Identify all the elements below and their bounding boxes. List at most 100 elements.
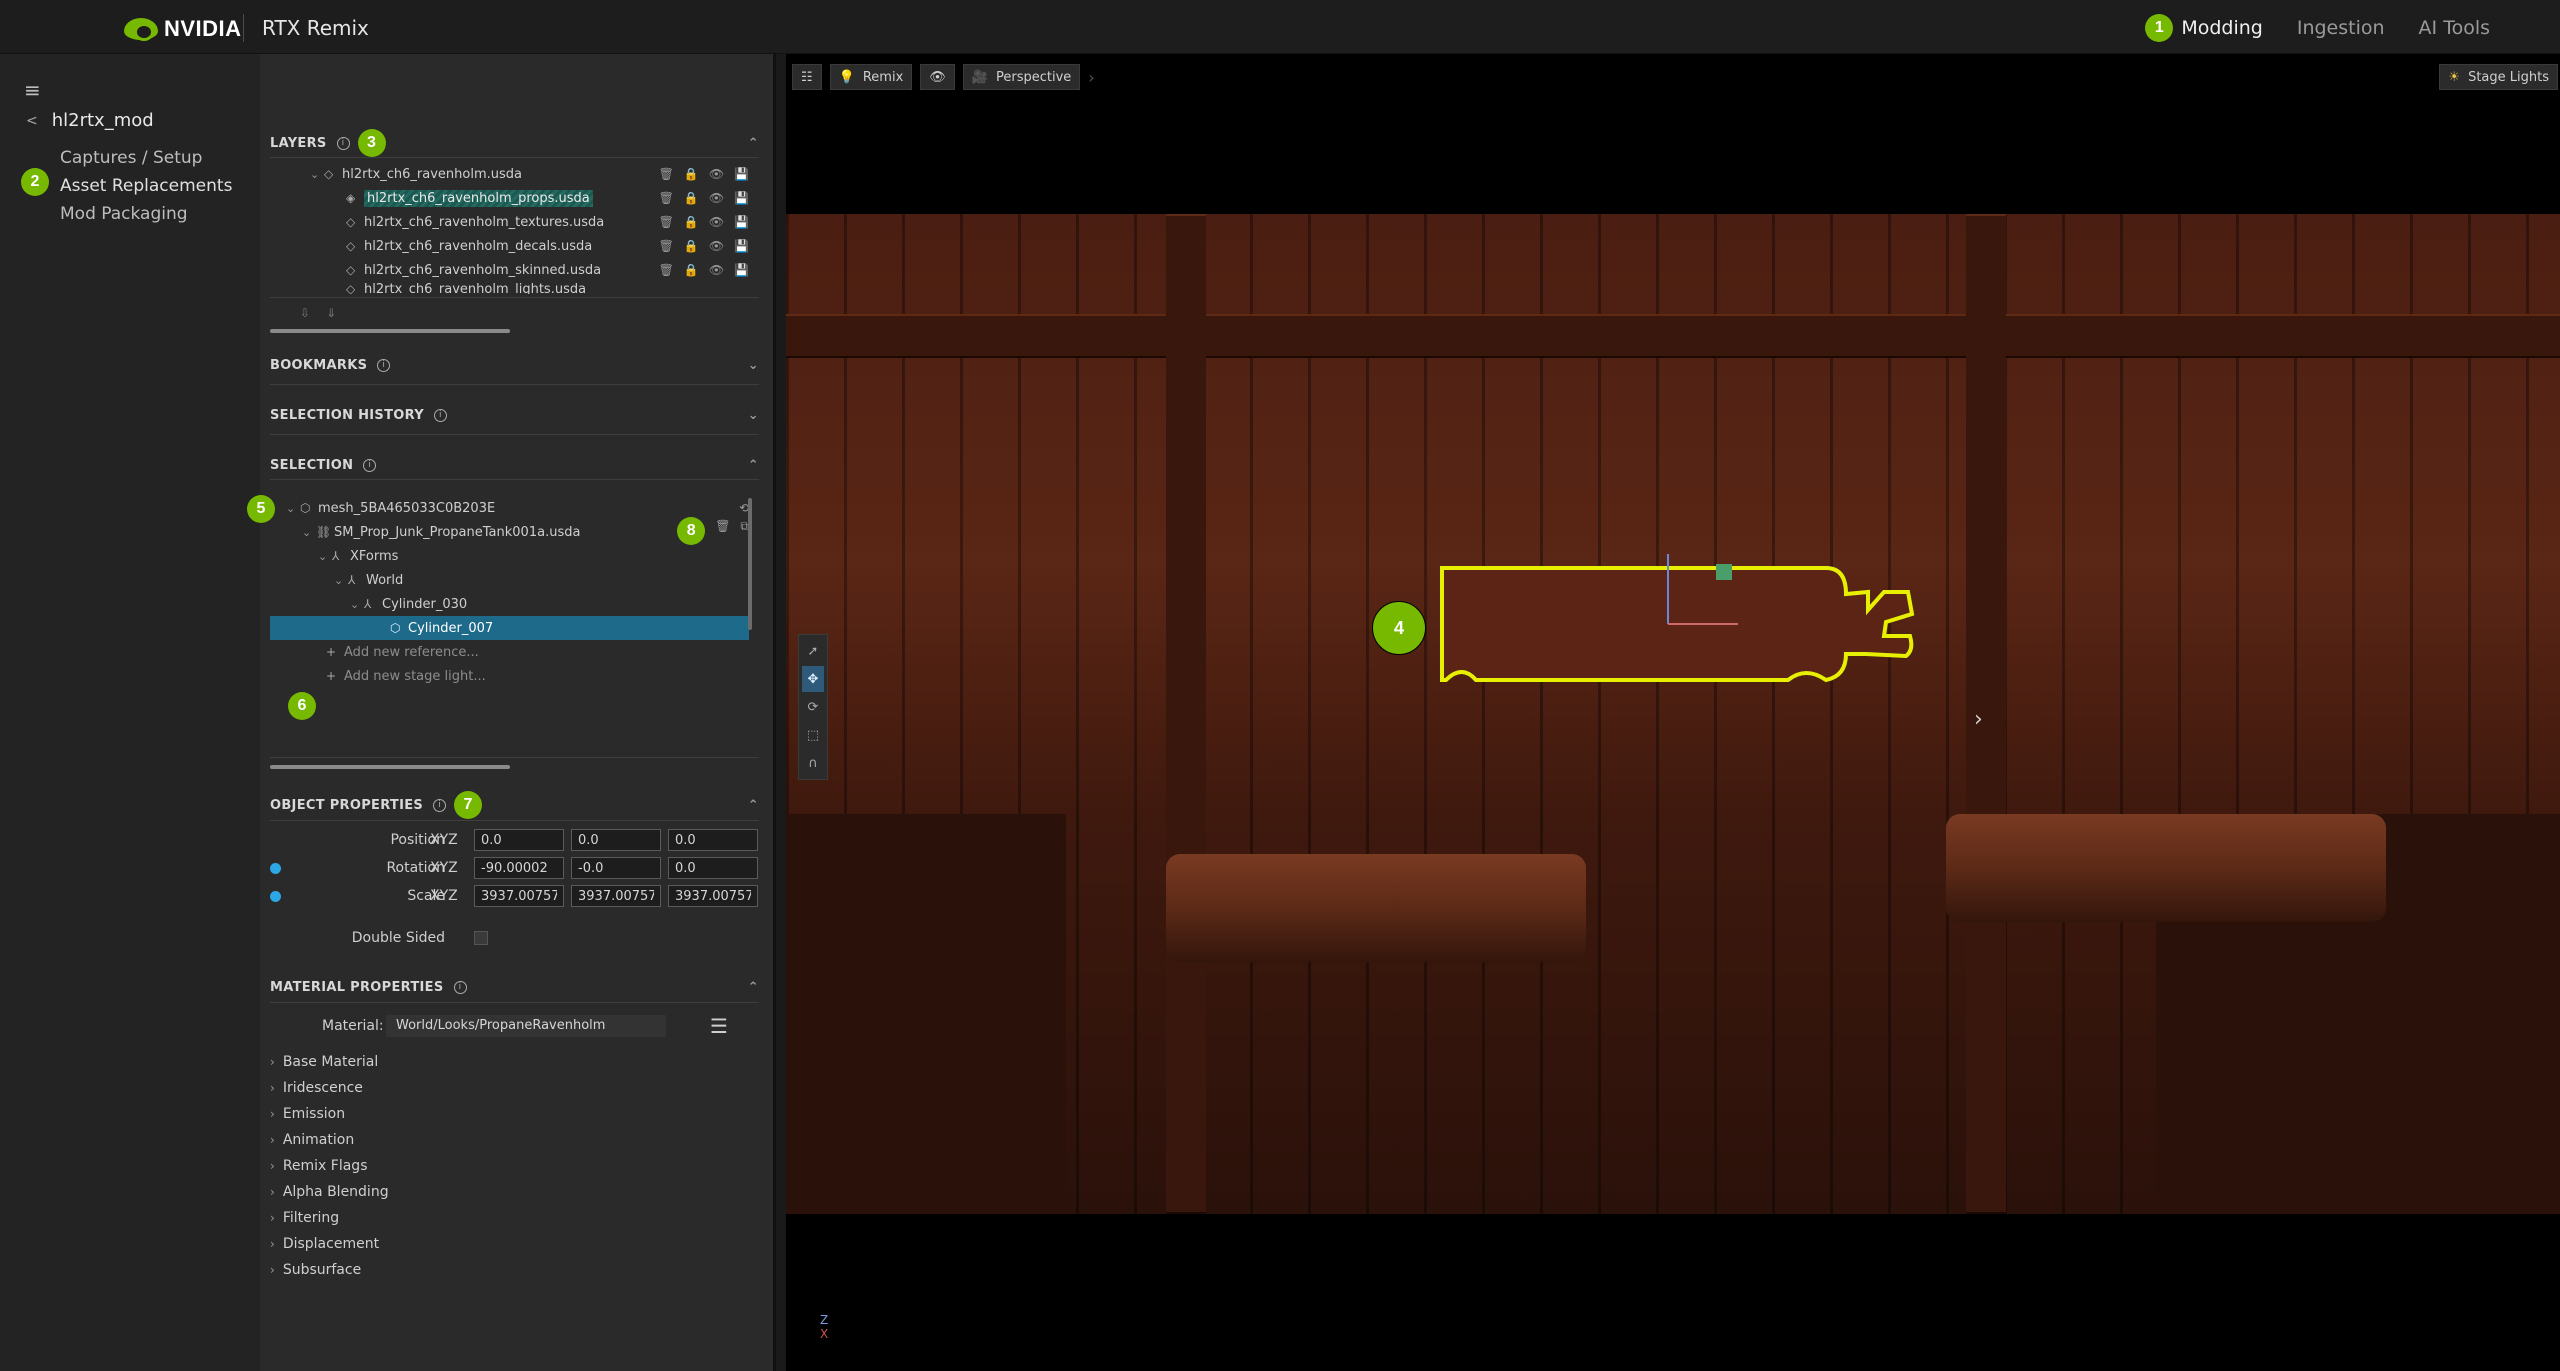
material-group-remix-flags[interactable]: › Remix Flags xyxy=(270,1153,368,1179)
tab-modding[interactable]: 1 Modding xyxy=(2145,14,2263,42)
info-icon[interactable]: i xyxy=(453,980,467,994)
expand-chevron-icon[interactable]: ⌄ xyxy=(748,358,759,373)
selection-history-header[interactable]: SELECTION HISTORY i ⌄ xyxy=(270,404,759,426)
visibility-icon[interactable]: 👁 xyxy=(709,239,724,253)
material-path-field[interactable]: World/Looks/PropaneRavenholm xyxy=(386,1015,666,1037)
expand-chevron-icon[interactable]: ⌄ xyxy=(286,502,300,515)
move-tool-icon[interactable]: ✥ xyxy=(802,666,824,692)
save-icon[interactable]: 💾 xyxy=(734,239,749,253)
expand-chevron-icon[interactable]: ⌄ xyxy=(318,550,332,563)
menu-icon[interactable]: ≡ xyxy=(24,78,41,102)
layer-row[interactable]: ◇ hl2rtx_ch6_ravenholm_lights.usda xyxy=(270,282,749,294)
expand-chevron-icon[interactable]: ⌄ xyxy=(748,408,759,423)
collapse-chevron-icon[interactable]: ⌃ xyxy=(748,136,759,151)
selection-row[interactable]: ⌄ ⬡ mesh_5BA465033C0B203E ⟲ xyxy=(270,496,749,520)
info-icon[interactable]: i xyxy=(363,458,377,472)
material-properties-header[interactable]: MATERIAL PROPERTIES i ⌃ xyxy=(270,976,759,998)
selection-row[interactable]: ⌄ ⅄ XForms xyxy=(270,544,749,568)
object-properties-header[interactable]: OBJECT PROPERTIES i 7 ⌃ xyxy=(270,791,759,819)
visibility-icon[interactable]: 👁 xyxy=(709,215,724,229)
material-menu-icon[interactable]: ☰ xyxy=(710,1014,728,1038)
delete-icon[interactable]: 🗑 xyxy=(659,191,674,205)
selection-row[interactable]: ⌄ ⅄ World xyxy=(270,568,749,592)
material-group-iridescence[interactable]: › Iridescence xyxy=(270,1075,363,1101)
position-z-field[interactable] xyxy=(668,829,758,851)
import-layer-icon[interactable]: ⇩ xyxy=(300,306,310,320)
scale-z-field[interactable] xyxy=(668,885,758,907)
scale-x-field[interactable] xyxy=(474,885,564,907)
expand-chevron-icon[interactable]: ⌄ xyxy=(350,598,364,611)
rotation-y-field[interactable] xyxy=(571,857,661,879)
selection-scrollbar[interactable] xyxy=(748,498,752,630)
visibility-icon[interactable]: 👁 xyxy=(709,263,724,277)
layer-row[interactable]: ◇ hl2rtx_ch6_ravenholm_skinned.usda 🗑 🔒 👁 💾 xyxy=(270,258,749,282)
info-icon[interactable]: i xyxy=(433,408,447,422)
collapse-chevron-icon[interactable]: ⌃ xyxy=(748,458,759,473)
expand-chevron-icon[interactable]: ⌄ xyxy=(302,526,316,539)
visibility-icon[interactable]: 👁 xyxy=(709,191,724,205)
save-icon[interactable]: 💾 xyxy=(734,167,749,181)
scale-y-field[interactable] xyxy=(571,885,661,907)
lock-icon[interactable]: 🔒 xyxy=(684,215,699,229)
layer-row[interactable]: ⌄ ◇ hl2rtx_ch6_ravenholm.usda 🗑 🔒 👁 💾 xyxy=(270,162,749,186)
back-chevron-icon[interactable]: < xyxy=(26,113,38,129)
nav-captures-setup[interactable]: Captures / Setup xyxy=(60,144,232,172)
lock-icon[interactable]: 🔒 xyxy=(684,239,699,253)
save-icon[interactable]: 💾 xyxy=(734,191,749,205)
panel-splitter[interactable] xyxy=(776,54,786,1371)
save-icon[interactable]: 💾 xyxy=(734,263,749,277)
material-group-subsurface[interactable]: › Subsurface xyxy=(270,1257,361,1283)
lock-icon[interactable]: 🔒 xyxy=(684,263,699,277)
material-group-alpha-blending[interactable]: › Alpha Blending xyxy=(270,1179,389,1205)
layers-header[interactable]: LAYERS i 3 ⌃ xyxy=(270,129,759,157)
save-icon[interactable]: 💾 xyxy=(734,215,749,229)
material-group-filtering[interactable]: › Filtering xyxy=(270,1205,339,1231)
scale-tool-icon[interactable]: ⬚ xyxy=(802,722,824,748)
layer-row[interactable]: ◇ hl2rtx_ch6_ravenholm_textures.usda 🗑 🔒 👁… xyxy=(270,210,749,234)
viewport-chevron-icon[interactable]: › xyxy=(1974,707,1983,732)
rotate-tool-icon[interactable]: ⟳ xyxy=(802,694,824,720)
selection-row[interactable]: ⌄ ⛓ SM_Prop_Junk_PropaneTank001a.usda 8 … xyxy=(270,517,749,545)
add-stage-light-row[interactable]: + Add new stage light... xyxy=(270,664,749,688)
override-dot-icon[interactable] xyxy=(270,862,281,874)
position-x-field[interactable] xyxy=(474,829,564,851)
selection-header[interactable]: SELECTION i ⌃ xyxy=(270,454,759,476)
delete-icon[interactable]: 🗑 xyxy=(659,263,674,277)
collapse-chevron-icon[interactable]: ⌃ xyxy=(748,980,759,995)
delete-icon[interactable]: 🗑 xyxy=(659,239,674,253)
double-sided-checkbox[interactable] xyxy=(474,931,488,945)
export-layer-icon[interactable]: ⇓ xyxy=(326,306,336,320)
selection-hscrollbar[interactable] xyxy=(270,765,510,769)
layer-row[interactable]: ◈ hl2rtx_ch6_ravenholm_props.usda 🗑 🔒 👁 💾 xyxy=(270,186,749,210)
visibility-icon[interactable]: 👁 xyxy=(709,167,724,181)
layers-scrollbar[interactable] xyxy=(270,329,510,333)
add-reference-row[interactable]: + Add new reference... xyxy=(270,640,749,664)
position-y-field[interactable] xyxy=(571,829,661,851)
gizmo-plane-handle[interactable] xyxy=(1716,564,1732,580)
expand-chevron-icon[interactable]: ⌄ xyxy=(334,574,348,587)
delete-icon[interactable]: 🗑 xyxy=(715,519,730,545)
override-dot-icon[interactable] xyxy=(270,890,281,902)
material-group-displacement[interactable]: › Displacement xyxy=(270,1231,379,1257)
tab-ai-tools[interactable]: AI Tools xyxy=(2419,17,2490,39)
collapse-chevron-icon[interactable]: ⌃ xyxy=(748,798,759,813)
info-icon[interactable]: i xyxy=(377,358,391,372)
nav-mod-packaging[interactable]: Mod Packaging xyxy=(60,200,232,228)
layer-row[interactable]: ◇ hl2rtx_ch6_ravenholm_decals.usda 🗑 🔒 👁 💾 xyxy=(270,234,749,258)
snap-tool-icon[interactable]: ∩ xyxy=(802,750,824,776)
material-group-animation[interactable]: › Animation xyxy=(270,1127,354,1153)
bookmarks-header[interactable]: BOOKMARKS i ⌄ xyxy=(270,354,759,376)
nav-asset-replacements[interactable]: Asset Replacements xyxy=(60,172,232,200)
info-icon[interactable]: i xyxy=(336,136,350,150)
delete-icon[interactable]: 🗑 xyxy=(659,167,674,181)
tab-ingestion[interactable]: Ingestion xyxy=(2297,17,2385,39)
project-header[interactable]: < hl2rtx_mod xyxy=(26,110,154,131)
material-group-base[interactable]: › Base Material xyxy=(270,1049,378,1075)
select-tool-icon[interactable]: ➚ xyxy=(802,638,824,664)
delete-icon[interactable]: 🗑 xyxy=(659,215,674,229)
selection-row[interactable]: ⌄ ⅄ Cylinder_030 xyxy=(270,592,749,616)
rotation-x-field[interactable] xyxy=(474,857,564,879)
info-icon[interactable]: i xyxy=(433,798,447,812)
selection-row-selected[interactable]: ⬡ Cylinder_007 xyxy=(270,616,749,640)
rotation-z-field[interactable] xyxy=(668,857,758,879)
